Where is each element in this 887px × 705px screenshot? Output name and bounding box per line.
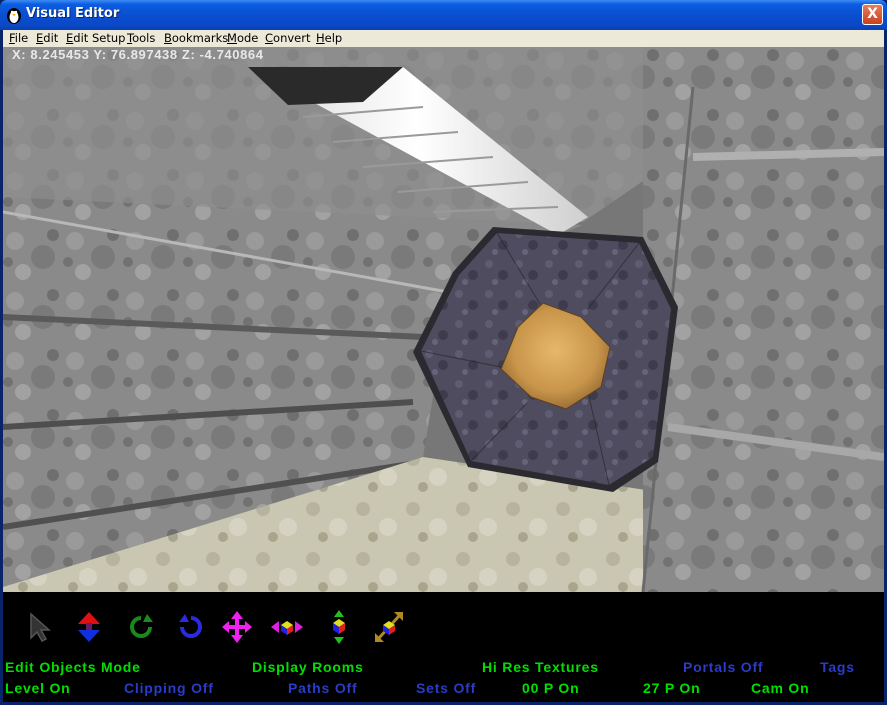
title-bar[interactable]: Visual Editor X [0,0,887,30]
right-wall [643,47,884,592]
status-hi-res-textures[interactable]: Hi Res Textures [482,659,599,675]
status-27p-on[interactable]: 27 P On [643,680,700,696]
visual-editor-window: Visual Editor X File Edit Edit Setup Too… [0,0,887,705]
status-sets-off[interactable]: Sets Off [416,680,476,696]
status-panel: Edit Objects Mode Display Rooms Hi Res T… [3,592,884,702]
menu-help[interactable]: Help [316,31,342,45]
status-display-rooms[interactable]: Display Rooms [252,659,364,675]
menu-tools[interactable]: Tools [127,31,155,45]
rotate-green-icon[interactable] [125,610,157,644]
rotate-blue-icon[interactable] [175,610,207,644]
menu-mode[interactable]: Mode [227,31,258,45]
status-cam-on[interactable]: Cam On [751,680,809,696]
move-horizontal-cube-icon[interactable] [271,610,303,644]
3d-scene [3,47,884,592]
status-edit-objects-mode[interactable]: Edit Objects Mode [5,659,141,675]
move-vertical-cube-icon[interactable] [323,610,355,644]
close-button[interactable]: X [862,4,883,25]
menu-edit-setup[interactable]: Edit Setup [66,31,125,45]
camera-coordinates: X: 8.245453 Y: 76.897438 Z: -4.740864 [12,47,264,62]
window-title: Visual Editor [26,6,120,21]
menu-bar: File Edit Edit Setup Tools Bookmarks Mod… [3,30,884,47]
select-arrow-icon[interactable] [23,610,55,644]
scale-diagonal-cube-icon[interactable] [373,610,405,644]
app-penguin-icon [7,8,21,24]
status-level-on[interactable]: Level On [5,680,71,696]
status-clipping-off[interactable]: Clipping Off [124,680,214,696]
3d-viewport[interactable]: X: 8.245453 Y: 76.897438 Z: -4.740864 [3,47,884,592]
status-tags[interactable]: Tags [820,659,855,675]
status-portals-off[interactable]: Portals Off [683,659,763,675]
menu-edit[interactable]: Edit [36,31,58,45]
menu-convert[interactable]: Convert [265,31,310,45]
move-4way-icon[interactable] [221,610,253,644]
status-paths-off[interactable]: Paths Off [288,680,357,696]
menu-bookmarks[interactable]: Bookmarks [164,31,228,45]
move-vertical-icon[interactable] [73,610,105,644]
menu-file[interactable]: File [9,31,28,45]
status-00p-on[interactable]: 00 P On [522,680,579,696]
